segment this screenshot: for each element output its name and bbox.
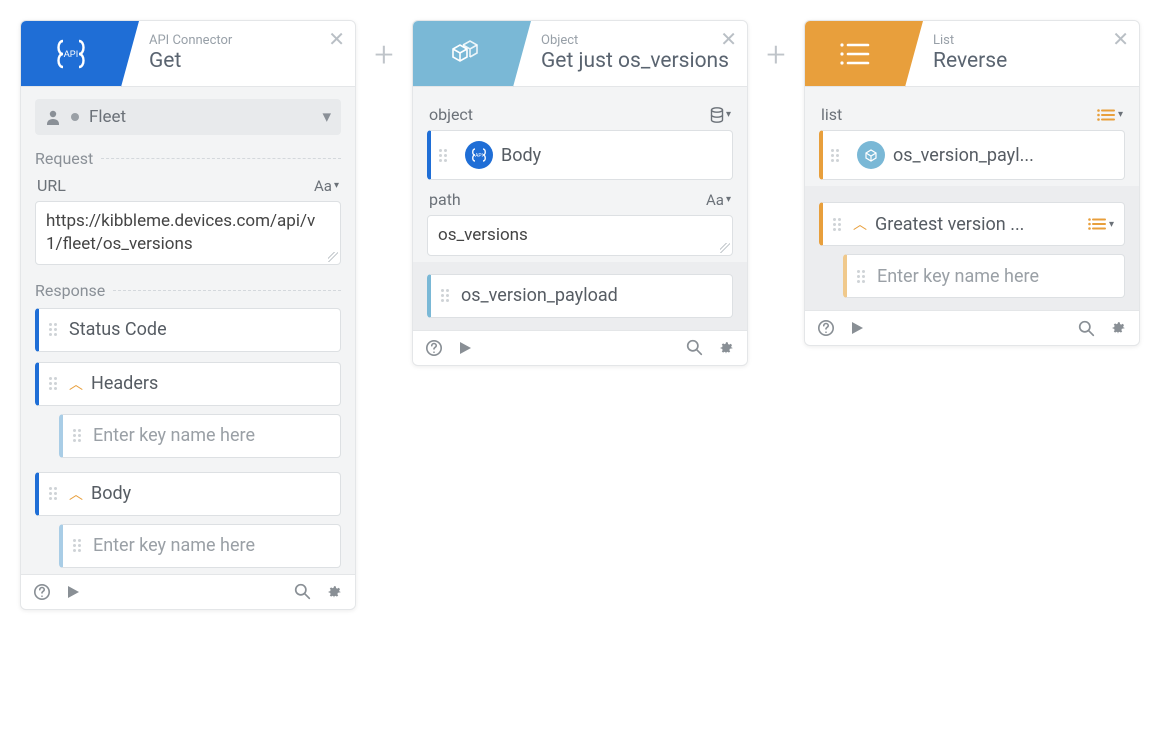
card-category: List [933, 34, 1139, 49]
drag-handle[interactable] [49, 323, 61, 336]
output-os-version-payload[interactable]: os_version_payload [427, 274, 733, 318]
svg-text:API: API [64, 49, 79, 59]
collapse-icon[interactable]: ︿ [853, 214, 867, 234]
object-label: object [429, 105, 473, 124]
drag-handle[interactable] [73, 429, 85, 442]
drag-handle[interactable] [441, 289, 453, 302]
gear-icon[interactable] [325, 583, 343, 601]
search-icon[interactable] [294, 583, 311, 600]
card-title: Reverse [933, 49, 1139, 73]
add-card-button[interactable]: + [748, 20, 804, 90]
body-key-input[interactable]: Enter key name here [59, 524, 341, 568]
output-headers[interactable]: ︿ Headers [35, 362, 341, 406]
close-icon[interactable]: ✕ [1112, 27, 1129, 51]
drag-handle[interactable] [833, 218, 845, 231]
resize-grip[interactable] [720, 243, 730, 253]
path-label: path [429, 190, 461, 209]
type-picker[interactable]: ▾ [1087, 217, 1114, 231]
svg-text:API: API [475, 153, 483, 159]
card-category: API Connector [149, 34, 355, 49]
card-title: Get just os_versions [541, 49, 747, 73]
account-name: Fleet [89, 107, 126, 127]
play-icon[interactable] [849, 320, 865, 336]
object-input[interactable]: API Body [427, 130, 733, 180]
type-picker[interactable]: Aa▾ [314, 177, 339, 195]
chip-os-version-payload[interactable]: os_version_payl... [849, 137, 1042, 173]
type-picker[interactable]: Aa▾ [706, 191, 731, 209]
close-icon[interactable]: ✕ [328, 27, 345, 51]
object-chip-icon [857, 141, 885, 169]
url-input[interactable]: https://kibbleme.devices.com/api/v1/flee… [35, 201, 341, 265]
headers-key-input[interactable]: Enter key name here [59, 414, 341, 458]
list-icon [805, 21, 905, 86]
add-card-button[interactable]: + [356, 20, 412, 90]
output-sort[interactable]: ︿ Greatest version ... ▾ [819, 202, 1125, 246]
sort-key-input[interactable]: Enter key name here [843, 254, 1125, 298]
collapse-icon[interactable]: ︿ [69, 484, 83, 504]
drag-handle[interactable] [439, 149, 451, 162]
card-header: List Reverse ✕ [805, 21, 1139, 87]
type-picker[interactable]: ▾ [710, 107, 731, 123]
play-icon[interactable] [457, 340, 473, 356]
list-label: list [821, 105, 842, 124]
card-api-get: API API Connector Get ✕ Fleet ▾ Request [20, 20, 356, 610]
card-footer [413, 330, 747, 365]
card-list-reverse: List Reverse ✕ list ▾ os_version_payl [804, 20, 1140, 346]
account-selector[interactable]: Fleet ▾ [35, 99, 341, 135]
collapse-icon[interactable]: ︿ [69, 374, 83, 394]
chevron-down-icon: ▾ [322, 107, 331, 127]
gear-icon[interactable] [717, 339, 735, 357]
drag-handle[interactable] [73, 539, 85, 552]
type-picker[interactable]: ▾ [1096, 108, 1123, 122]
chip-body[interactable]: API Body [457, 137, 549, 173]
path-input[interactable]: os_versions [427, 215, 733, 256]
list-input[interactable]: os_version_payl... [819, 130, 1125, 180]
request-label: Request [35, 149, 93, 168]
response-label: Response [35, 281, 105, 300]
drag-handle[interactable] [831, 149, 843, 162]
help-icon[interactable] [33, 583, 51, 601]
help-icon[interactable] [817, 319, 835, 337]
card-title: Get [149, 49, 355, 73]
search-icon[interactable] [686, 339, 703, 356]
status-dot [71, 113, 79, 121]
object-icon [413, 21, 513, 86]
api-icon: API [21, 21, 121, 86]
output-status-code[interactable]: Status Code [35, 308, 341, 352]
card-header: Object Get just os_versions ✕ [413, 21, 747, 87]
card-footer [805, 310, 1139, 345]
drag-handle[interactable] [49, 487, 61, 500]
card-footer [21, 574, 355, 609]
drag-handle[interactable] [49, 377, 61, 390]
close-icon[interactable]: ✕ [720, 27, 737, 51]
output-body[interactable]: ︿ Body [35, 472, 341, 516]
gear-icon[interactable] [1109, 319, 1127, 337]
card-header: API API Connector Get ✕ [21, 21, 355, 87]
play-icon[interactable] [65, 584, 81, 600]
help-icon[interactable] [425, 339, 443, 357]
url-label: URL [37, 176, 66, 195]
resize-grip[interactable] [328, 252, 338, 262]
card-category: Object [541, 34, 747, 49]
card-object-get: Object Get just os_versions ✕ object ▾ A… [412, 20, 748, 366]
drag-handle[interactable] [857, 270, 869, 283]
api-chip-icon: API [465, 141, 493, 169]
user-icon [45, 109, 61, 125]
search-icon[interactable] [1078, 320, 1095, 337]
